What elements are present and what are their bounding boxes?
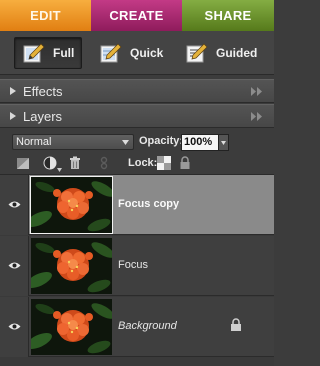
chevron-down-icon[interactable]	[57, 168, 62, 172]
tab-share[interactable]: SHARE	[182, 0, 274, 31]
eye-icon	[8, 262, 21, 269]
layer-name[interactable]: Focus	[118, 259, 148, 271]
visibility-toggle[interactable]	[0, 236, 29, 296]
blend-mode-select[interactable]: Normal	[12, 134, 134, 150]
new-layer-icon[interactable]	[16, 156, 30, 170]
full-edit-icon	[23, 43, 45, 63]
expand-panel-icon[interactable]	[251, 87, 263, 96]
link-icon[interactable]	[97, 156, 111, 170]
lock-icon	[231, 318, 241, 331]
expand-panel-icon[interactable]	[251, 112, 263, 121]
lock-icon[interactable]	[178, 156, 192, 170]
full-edit-button[interactable]: Full	[14, 37, 82, 69]
adjustment-layer-icon[interactable]	[43, 156, 57, 170]
tab-create[interactable]: CREATE	[91, 0, 182, 31]
opacity-label: Opacity:	[139, 135, 184, 147]
visibility-toggle[interactable]	[0, 175, 29, 235]
layer-thumbnail	[31, 299, 112, 355]
tab-edit[interactable]: EDIT	[0, 0, 91, 31]
effects-panel-header[interactable]: Effects	[0, 79, 274, 103]
lock-label: Lock:	[128, 157, 158, 169]
lock-transparent-icon[interactable]	[157, 156, 171, 170]
opacity-slider-toggle[interactable]	[219, 134, 229, 151]
layer-row-focus[interactable]: Focus	[0, 236, 274, 296]
eye-icon	[8, 323, 21, 330]
quick-edit-icon	[100, 43, 122, 63]
edit-mode-bar: Full Quick Guided	[0, 31, 274, 75]
layer-row-focus-copy[interactable]: Focus copy	[0, 175, 274, 235]
opacity-input[interactable]: 100%	[181, 134, 219, 151]
chevron-down-icon	[221, 141, 226, 145]
effects-panel-title: Effects	[23, 83, 63, 99]
eye-icon	[8, 201, 21, 208]
layers-panel-header[interactable]: Layers	[0, 104, 274, 128]
layer-thumbnail	[31, 238, 112, 294]
blend-mode-value: Normal	[16, 136, 52, 148]
layers-list: Focus copy Focus Background	[0, 174, 274, 366]
guided-edit-label: Guided	[216, 46, 258, 60]
layer-row-background[interactable]: Background	[0, 297, 274, 357]
quick-edit-button[interactable]: Quick	[100, 37, 163, 69]
layer-name[interactable]: Focus copy	[118, 198, 179, 210]
layers-panel-title: Layers	[23, 108, 63, 124]
quick-edit-label: Quick	[130, 46, 164, 60]
chevron-down-icon	[122, 140, 129, 145]
visibility-toggle[interactable]	[0, 297, 29, 357]
collapse-triangle-icon	[10, 112, 16, 120]
collapse-triangle-icon	[10, 87, 16, 95]
workspace-tabs: EDIT CREATE SHARE	[0, 0, 274, 31]
trash-icon[interactable]	[68, 156, 82, 170]
layer-thumbnail	[30, 176, 113, 234]
blend-opacity-row: Normal Opacity: 100%	[0, 130, 274, 154]
layer-name[interactable]: Background	[118, 320, 177, 332]
guided-edit-icon	[186, 43, 208, 63]
full-edit-label: Full	[53, 46, 75, 60]
guided-edit-button[interactable]: Guided	[186, 37, 257, 69]
layer-tools-row: Lock:	[0, 154, 274, 174]
